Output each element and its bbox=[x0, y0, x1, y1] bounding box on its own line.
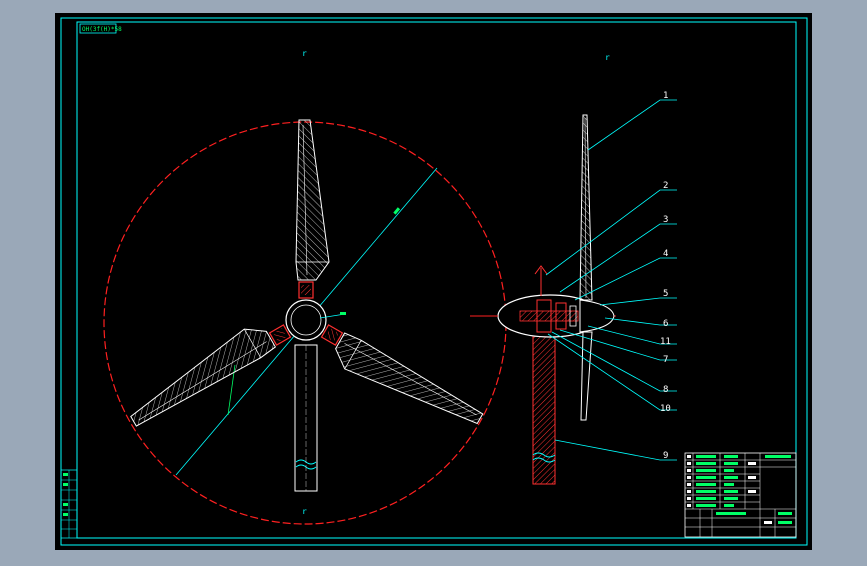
view-mark-top: r bbox=[302, 49, 307, 58]
drawing-stamp: OH(3f(H)*58 bbox=[82, 26, 122, 33]
cad-drawing: OH(3f(H)*58 r r r 1 2 3 4 5 6 11 7 8 10 … bbox=[55, 13, 812, 550]
view-mark-side: r bbox=[605, 53, 610, 62]
part-label: 3 bbox=[663, 215, 668, 225]
part-label: 9 bbox=[663, 451, 668, 461]
part-label: 10 bbox=[660, 404, 671, 414]
part-label: 5 bbox=[663, 289, 668, 299]
main-shaft bbox=[519, 310, 579, 322]
cad-window: OH(3f(H)*58 r r r 1 2 3 4 5 6 11 7 8 10 … bbox=[0, 0, 867, 562]
hub-front bbox=[285, 299, 327, 341]
part-label: 1 bbox=[663, 91, 668, 101]
part-label: 6 bbox=[663, 319, 668, 329]
part-label: 8 bbox=[663, 385, 668, 395]
part-label: 11 bbox=[660, 337, 671, 347]
part-label: 7 bbox=[663, 355, 668, 365]
part-label: 4 bbox=[663, 249, 668, 259]
part-label: 2 bbox=[663, 181, 668, 191]
view-mark-bottom: r bbox=[302, 507, 307, 516]
